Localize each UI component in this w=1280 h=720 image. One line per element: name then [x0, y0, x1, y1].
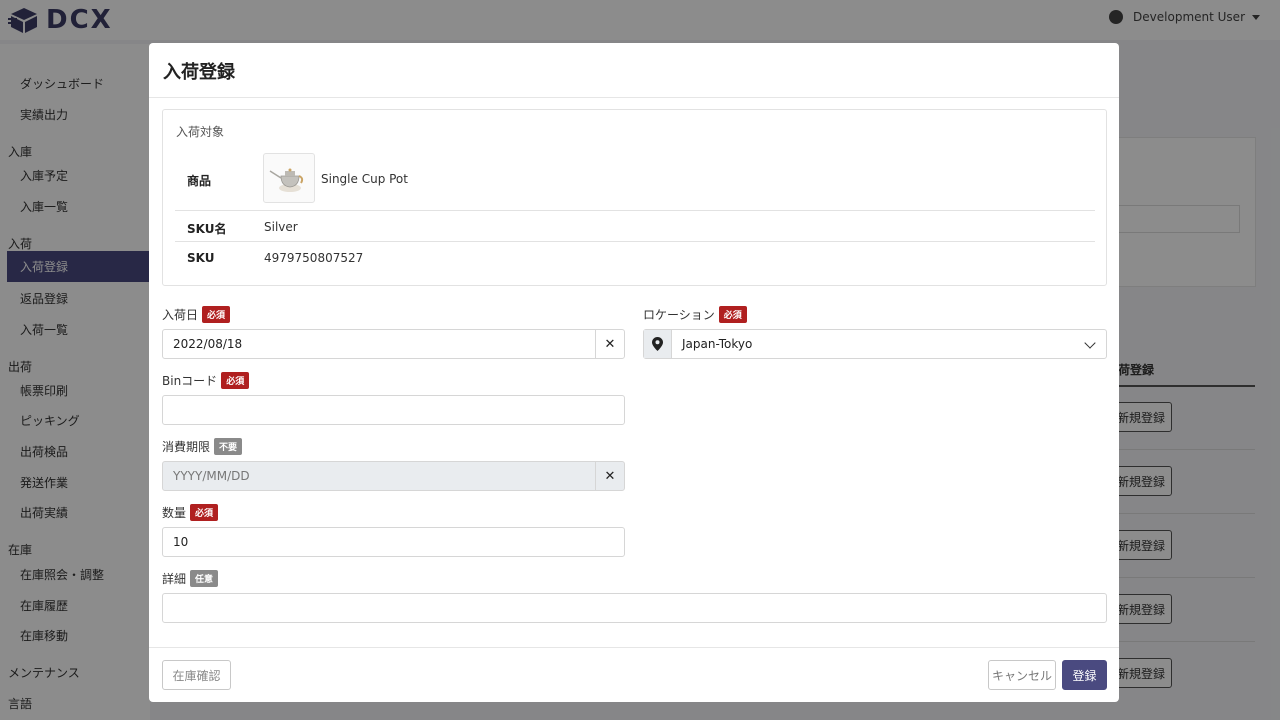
- arrival-register-modal: 入荷登録 入荷対象 商品 Single Cup Pot SKU名 Silver …: [149, 43, 1119, 702]
- cancel-button[interactable]: キャンセル: [988, 660, 1056, 690]
- modal-title: 入荷登録: [163, 62, 235, 83]
- product-label: 商品: [187, 174, 212, 188]
- location-value: Japan-Tokyo: [682, 337, 753, 351]
- expiry-date-input[interactable]: YYYY/MM/DD ✕: [162, 461, 625, 491]
- sku-name-value: Silver: [264, 220, 298, 234]
- arrival-date-input[interactable]: 2022/08/18 ✕: [162, 329, 625, 359]
- location-label-text: ロケーション: [643, 308, 715, 322]
- bin-code-input[interactable]: [162, 395, 625, 425]
- quantity-input[interactable]: 10: [162, 527, 625, 557]
- sku-name-label: SKU名: [187, 222, 227, 236]
- stock-check-button[interactable]: 在庫確認: [162, 660, 231, 690]
- required-badge: 必須: [718, 306, 747, 323]
- expiry-label: 消費期限 不要: [162, 438, 243, 455]
- sku-label: SKU: [187, 251, 215, 265]
- bin-code-label: Binコード 必須: [162, 372, 250, 389]
- bin-code-label-text: Binコード: [162, 374, 218, 388]
- required-badge: 必須: [221, 372, 250, 389]
- row-divider: [175, 210, 1095, 211]
- required-badge: 必須: [190, 504, 219, 521]
- optional-badge: 任意: [190, 570, 219, 587]
- arrival-date-value: 2022/08/18: [173, 337, 243, 351]
- detail-label-text: 詳細: [162, 572, 187, 586]
- quantity-label-text: 数量: [162, 506, 187, 520]
- product-thumbnail: [263, 153, 315, 203]
- required-badge: 必須: [202, 306, 231, 323]
- target-panel-label: 入荷対象: [176, 125, 225, 139]
- not-required-badge: 不要: [214, 438, 243, 455]
- product-name: Single Cup Pot: [321, 172, 408, 186]
- modal-header-divider: [149, 97, 1119, 98]
- clear-expiry-button[interactable]: ✕: [595, 461, 624, 491]
- location-label: ロケーション 必須: [643, 306, 747, 323]
- detail-input[interactable]: [162, 593, 1107, 623]
- clear-date-button[interactable]: ✕: [595, 329, 624, 359]
- detail-label: 詳細 任意: [162, 570, 219, 587]
- arrival-target-panel: 入荷対象 商品 Single Cup Pot SKU名 Silver SKU 4…: [162, 109, 1107, 286]
- arrival-date-label: 入荷日 必須: [162, 306, 231, 323]
- row-divider: [175, 241, 1095, 242]
- chevron-down-icon: [1084, 337, 1096, 349]
- submit-button[interactable]: 登録: [1062, 660, 1107, 690]
- modal-footer-divider: [149, 647, 1119, 648]
- close-icon: ✕: [604, 336, 616, 352]
- sku-value: 4979750807527: [264, 251, 364, 265]
- expiry-placeholder: YYYY/MM/DD: [173, 469, 250, 483]
- expiry-label-text: 消費期限: [162, 440, 211, 454]
- quantity-value: 10: [173, 535, 189, 549]
- location-select[interactable]: Japan-Tokyo: [643, 329, 1107, 359]
- quantity-label: 数量 必須: [162, 504, 219, 521]
- close-icon: ✕: [604, 468, 616, 484]
- arrival-date-label-text: 入荷日: [162, 308, 199, 322]
- kettle-image-icon: [269, 168, 304, 192]
- map-pin-icon: [644, 330, 672, 358]
